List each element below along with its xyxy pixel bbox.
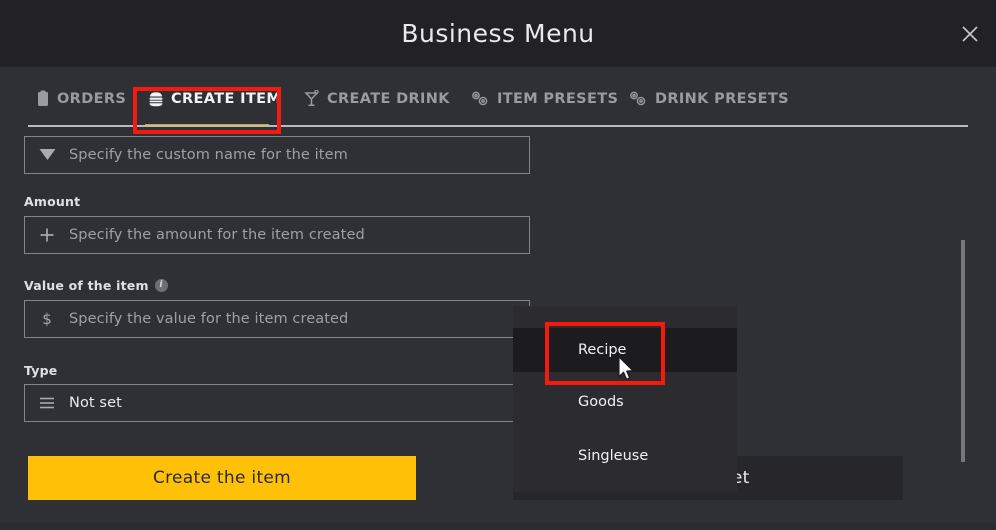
type-label-text: Type — [24, 363, 58, 378]
tab-item-presets[interactable]: ITEM PRESETS — [464, 67, 624, 130]
type-select[interactable]: Not set — [24, 384, 530, 422]
amount-placeholder: Specify the amount for the item created — [69, 227, 365, 243]
tab-orders-label: ORDERS — [57, 90, 127, 107]
dropdown-option-goods[interactable]: Goods — [513, 380, 737, 424]
cocktail-icon — [304, 90, 320, 107]
tab-create-drink[interactable]: CREATE DRINK — [298, 67, 456, 130]
amount-label-text: Amount — [24, 194, 81, 209]
value-label: Value of the item i — [24, 278, 168, 293]
tab-drink-presets[interactable]: DRINK PRESETS — [622, 67, 795, 130]
tag-icon — [25, 148, 69, 162]
create-item-button-label: Create the item — [152, 468, 292, 488]
item-name-input[interactable]: Specify the custom name for the item — [24, 136, 530, 174]
tab-bar: ORDERS CREATE ITEM CREATE DRINK ITEM PRE… — [0, 67, 996, 130]
close-icon[interactable] — [956, 20, 984, 48]
type-dropdown-menu: Recipe Goods Singleuse — [513, 306, 737, 492]
type-label: Type — [24, 363, 57, 378]
dropdown-option-label: Goods — [578, 394, 624, 410]
value-input[interactable]: $ Specify the value for the item created — [24, 300, 530, 338]
dollar-icon: $ — [25, 310, 69, 328]
business-menu-window: Business Menu ORDERS CREATE ITEM CREATE … — [0, 0, 996, 530]
scrollbar-thumb[interactable] — [961, 240, 965, 462]
tab-create-item[interactable]: CREATE ITEM — [142, 67, 287, 130]
dropdown-option-singleuse[interactable]: Singleuse — [513, 434, 737, 478]
tab-create-drink-label: CREATE DRINK — [327, 90, 450, 107]
tab-item-presets-label: ITEM PRESETS — [497, 90, 619, 107]
page-title: Business Menu — [401, 19, 595, 48]
double-gear-icon — [628, 90, 648, 107]
clipboard-icon — [36, 90, 50, 107]
type-value: Not set — [69, 395, 122, 411]
window-header: Business Menu — [0, 0, 996, 67]
tab-create-item-label: CREATE ITEM — [171, 90, 282, 107]
amount-label: Amount — [24, 194, 80, 209]
tab-divider — [28, 125, 968, 127]
burger-icon — [148, 91, 164, 107]
create-item-button[interactable]: Create the item — [28, 456, 416, 500]
bottom-strip — [0, 522, 996, 530]
double-gear-icon — [470, 90, 490, 107]
list-icon — [25, 396, 69, 410]
info-icon[interactable]: i — [154, 279, 168, 292]
amount-input[interactable]: Specify the amount for the item created — [24, 216, 530, 254]
value-placeholder: Specify the value for the item created — [69, 311, 349, 327]
value-label-text: Value of the item — [24, 278, 149, 293]
item-name-placeholder: Specify the custom name for the item — [69, 147, 348, 163]
dropdown-option-label: Singleuse — [578, 448, 649, 464]
svg-text:$: $ — [42, 310, 52, 328]
tab-drink-presets-label: DRINK PRESETS — [655, 90, 789, 107]
plus-icon — [25, 226, 69, 244]
tab-orders[interactable]: ORDERS — [30, 67, 132, 130]
mouse-cursor — [618, 356, 636, 382]
